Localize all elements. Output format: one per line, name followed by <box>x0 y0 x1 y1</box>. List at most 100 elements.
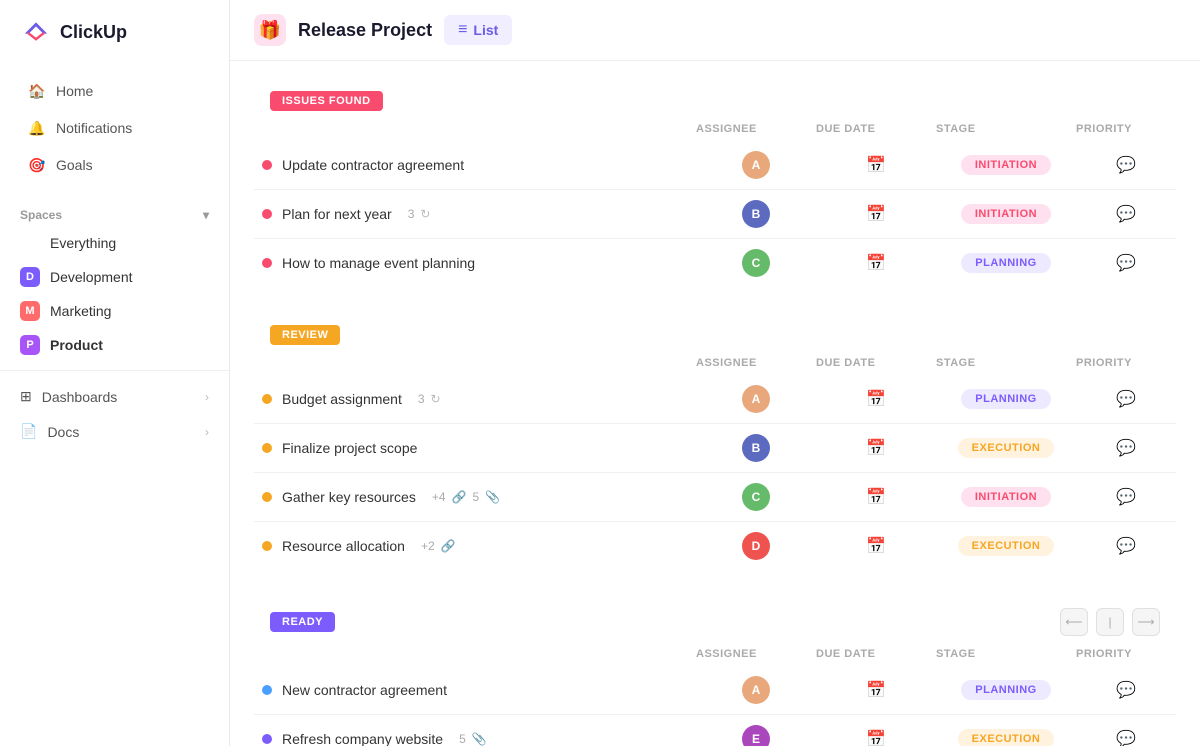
assignee-cell: A <box>696 385 816 413</box>
due-date-cell[interactable]: 📅 <box>816 680 936 700</box>
priority-cell[interactable]: 💬 <box>1076 155 1176 175</box>
subtask-count: 3 <box>418 392 425 406</box>
list-view-label: List <box>473 22 498 38</box>
task-name-cell: New contractor agreement <box>254 682 696 698</box>
priority-cell[interactable]: 💬 <box>1076 729 1176 746</box>
task-name-cell: Budget assignment 3 ↻ <box>254 391 696 407</box>
issues-badge: ISSUES FOUND <box>270 91 383 111</box>
task-meta: +2 🔗 <box>421 539 456 553</box>
due-date-cell[interactable]: 📅 <box>816 253 936 273</box>
task-name[interactable]: Gather key resources <box>282 489 416 505</box>
subtask-count: 3 <box>408 207 415 221</box>
col-priority-rd: PRIORITY <box>1076 648 1176 660</box>
stage-cell: INITIATION <box>936 204 1076 224</box>
sidebar-item-everything[interactable]: ⠿ Everything <box>0 226 229 260</box>
task-name[interactable]: New contractor agreement <box>282 682 447 698</box>
control-btn-3[interactable]: ⟶ <box>1132 608 1160 636</box>
priority-cell[interactable]: 💬 <box>1076 438 1176 458</box>
spaces-section-header: Spaces ▾ <box>0 192 229 226</box>
assignee-cell: B <box>696 200 816 228</box>
stage-badge: EXECUTION <box>958 729 1055 746</box>
ready-controls: ⟵ | ⟶ <box>1060 608 1160 636</box>
task-name[interactable]: Budget assignment <box>282 391 402 407</box>
stage-cell: PLANNING <box>936 253 1076 273</box>
paperclip-icon-r: 📎 <box>472 732 487 746</box>
project-title: Release Project <box>298 20 432 41</box>
nav-home[interactable]: 🏠 Home <box>8 73 221 109</box>
stage-badge: EXECUTION <box>958 536 1055 556</box>
task-name[interactable]: Update contractor agreement <box>282 157 464 173</box>
priority-cell[interactable]: 💬 <box>1076 253 1176 273</box>
due-date-cell[interactable]: 📅 <box>816 729 936 746</box>
task-name-cell: Finalize project scope <box>254 440 696 456</box>
assignee-cell: A <box>696 676 816 704</box>
task-name-cell: Resource allocation +2 🔗 <box>254 538 696 554</box>
nav-docs[interactable]: 📄 Docs › <box>0 414 229 449</box>
due-date-cell[interactable]: 📅 <box>816 438 936 458</box>
review-badge: REVIEW <box>270 325 340 345</box>
main-content: 🎁 Release Project ≡ List ISSUES FOUND AS… <box>230 0 1200 746</box>
due-date-cell[interactable]: 📅 <box>816 389 936 409</box>
task-name[interactable]: Plan for next year <box>282 206 392 222</box>
task-name[interactable]: Refresh company website <box>282 731 443 746</box>
review-column-headers: ASSIGNEE DUE DATE STAGE PRIORITY <box>254 349 1176 375</box>
table-row: Resource allocation +2 🔗 D 📅 EXECUTION 💬 <box>254 522 1176 570</box>
nav-goals[interactable]: 🎯 Goals <box>8 147 221 183</box>
table-row: Plan for next year 3 ↻ B 📅 INITIATION 💬 <box>254 190 1176 239</box>
task-name[interactable]: Finalize project scope <box>282 440 417 456</box>
priority-cell[interactable]: 💬 <box>1076 204 1176 224</box>
stage-cell: EXECUTION <box>936 536 1076 556</box>
col-duedate-r: DUE DATE <box>816 357 936 369</box>
control-btn-1[interactable]: ⟵ <box>1060 608 1088 636</box>
stage-badge: PLANNING <box>961 253 1050 273</box>
nav-dashboards[interactable]: ⊞ Dashboards › <box>0 379 229 414</box>
task-name[interactable]: How to manage event planning <box>282 255 475 271</box>
task-name-cell: Update contractor agreement <box>254 157 696 173</box>
table-row: Update contractor agreement A 📅 INITIATI… <box>254 141 1176 190</box>
sidebar-item-development[interactable]: D Development <box>0 260 229 294</box>
priority-cell[interactable]: 💬 <box>1076 487 1176 507</box>
nav-goals-label: Goals <box>56 157 93 173</box>
sidebar: ClickUp 🏠 Home 🔔 Notifications 🎯 Goals S… <box>0 0 230 746</box>
due-date-cell[interactable]: 📅 <box>816 536 936 556</box>
issues-header-row: ISSUES FOUND <box>254 81 1176 115</box>
control-btn-2[interactable]: | <box>1096 608 1124 636</box>
sidebar-item-marketing[interactable]: M Marketing <box>0 294 229 328</box>
docs-label: Docs <box>47 424 79 440</box>
section-review: REVIEW ASSIGNEE DUE DATE STAGE PRIORITY … <box>254 315 1176 570</box>
col-priority-issues: PRIORITY <box>1076 123 1176 135</box>
clickup-logo-icon <box>20 16 52 48</box>
task-name-cell: How to manage event planning <box>254 255 696 271</box>
task-meta: +4 🔗 5 📎 <box>432 490 500 504</box>
stage-badge: INITIATION <box>961 155 1051 175</box>
dashboards-label: Dashboards <box>42 389 118 405</box>
priority-cell[interactable]: 💬 <box>1076 680 1176 700</box>
task-name-cell: Plan for next year 3 ↻ <box>254 206 696 222</box>
stage-badge: PLANNING <box>961 680 1050 700</box>
priority-cell[interactable]: 💬 <box>1076 536 1176 556</box>
table-row: Finalize project scope B 📅 EXECUTION 💬 <box>254 424 1176 473</box>
avatar: A <box>742 385 770 413</box>
task-bullet <box>262 685 272 695</box>
due-date-cell[interactable]: 📅 <box>816 204 936 224</box>
prd-icon: P <box>20 335 40 355</box>
due-date-cell[interactable]: 📅 <box>816 155 936 175</box>
ready-header-row: READY ⟵ | ⟶ <box>254 598 1176 640</box>
space-marketing-label: Marketing <box>50 303 111 319</box>
col-priority-r: PRIORITY <box>1076 357 1176 369</box>
space-product-label: Product <box>50 337 103 353</box>
list-view-tab[interactable]: ≡ List <box>444 15 512 45</box>
main-nav: 🏠 Home 🔔 Notifications 🎯 Goals <box>0 64 229 192</box>
col-stage-rd: STAGE <box>936 648 1076 660</box>
task-name[interactable]: Resource allocation <box>282 538 405 554</box>
nav-notifications[interactable]: 🔔 Notifications <box>8 110 221 146</box>
priority-cell[interactable]: 💬 <box>1076 389 1176 409</box>
avatar: E <box>742 725 770 746</box>
spaces-list: ⠿ Everything D Development M Marketing P… <box>0 226 229 370</box>
goals-icon: 🎯 <box>28 156 46 174</box>
link-icon: 🔗 <box>452 490 467 504</box>
sidebar-item-product[interactable]: P Product <box>0 328 229 362</box>
task-meta: 5 📎 <box>459 732 487 746</box>
extra-count: +4 <box>432 490 446 504</box>
due-date-cell[interactable]: 📅 <box>816 487 936 507</box>
